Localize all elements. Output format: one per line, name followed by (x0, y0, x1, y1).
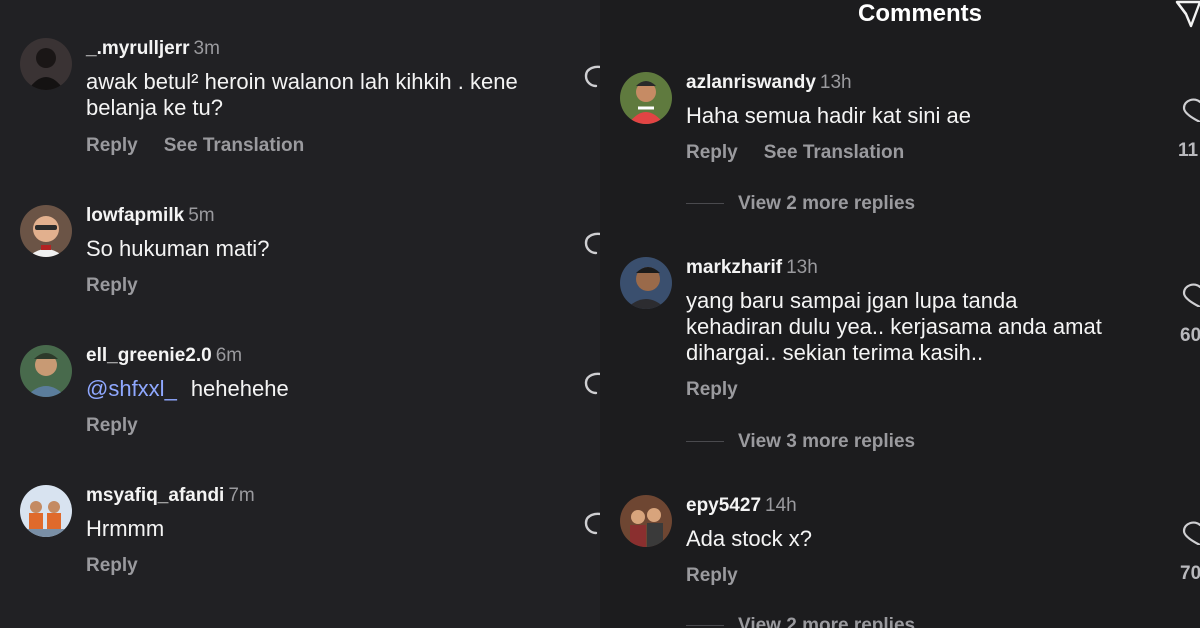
comment-text-line: yang baru sampai jgan lupa tanda (686, 288, 1018, 313)
user-avatar[interactable] (620, 495, 672, 547)
comment-time: 5m (188, 205, 215, 226)
user-avatar[interactable] (20, 38, 72, 90)
comment-text-line: kehadiran dulu yea.. kerjasama anda amat (686, 314, 1102, 339)
comment-text: yang baru sampai jgan lupa tanda kehadir… (686, 288, 1102, 366)
reply-button[interactable]: Reply (686, 142, 738, 163)
divider-line (686, 203, 724, 205)
comment-text-content: hehehehe (190, 376, 289, 401)
user-avatar[interactable] (20, 485, 72, 537)
like-count: 70 (1180, 563, 1200, 584)
comment-time: 7m (228, 485, 255, 506)
comment-text-line: awak betul² heroin walanon lah kihkih . … (86, 69, 518, 94)
right-comment-panel: Comments azlanriswandy 13h Haha semua had… (600, 0, 1200, 628)
heart-icon[interactable] (1180, 283, 1200, 307)
comment-time: 14h (765, 495, 797, 516)
heart-icon[interactable] (582, 231, 600, 255)
comment-username[interactable]: markzharif (686, 257, 782, 278)
user-avatar[interactable] (620, 72, 672, 124)
comment-text: @shfxxl_ hehehehe (86, 376, 289, 402)
user-avatar[interactable] (620, 257, 672, 309)
divider-line (686, 625, 724, 627)
comment-item: _.myrulljerr 3m awak betul² heroin walano… (0, 0, 600, 170)
comment-username[interactable]: msyafiq_afandi (86, 485, 224, 506)
comment-time: 3m (193, 38, 220, 59)
comment-text-line: belanja ke tu? (86, 95, 223, 120)
comment-item: lowfapmilk 5m So hukuman mati? Reply (0, 170, 600, 310)
comment-time: 13h (819, 72, 852, 93)
comments-title: Comments (857, 0, 983, 27)
user-mention-link[interactable]: @shfxxl_ (86, 376, 177, 401)
comment-username[interactable]: azlanriswandy (686, 72, 816, 93)
comment-username[interactable]: _.myrulljerr (86, 38, 190, 59)
view-more-replies-label: View 3 more replies (738, 431, 916, 452)
comment-item: azlanriswandy 13h Haha semua hadir kat si… (600, 40, 1200, 230)
view-more-replies-button[interactable]: View 2 more replies (686, 193, 915, 215)
see-translation-button[interactable]: See Translation (164, 135, 304, 156)
comment-username[interactable]: lowfapmilk (86, 205, 184, 226)
comment-item: epy5427 14h Ada stock x? Reply 70 View 2 … (600, 463, 1200, 628)
reply-button[interactable]: Reply (686, 379, 738, 400)
view-more-replies-button[interactable]: View 2 more replies (686, 615, 915, 628)
left-comment-panel: _.myrulljerr 3m awak betul² heroin walano… (0, 0, 600, 628)
user-avatar[interactable] (20, 205, 72, 257)
comment-item: msyafiq_afandi 7m Hrmmm Reply (0, 450, 600, 628)
reply-button[interactable]: Reply (86, 415, 138, 436)
comment-text: Ada stock x? (686, 526, 812, 551)
heart-icon[interactable] (582, 511, 600, 535)
comment-username[interactable]: epy5427 (686, 495, 761, 516)
view-more-replies-label: View 2 more replies (738, 193, 916, 214)
comment-text: So hukuman mati? (86, 236, 270, 261)
comment-time: 6m (215, 345, 243, 366)
comment-time: 13h (786, 257, 818, 278)
heart-icon[interactable] (1180, 521, 1200, 545)
comment-item: ell_greenie2.0 6m @shfxxl_ hehehehe Reply (0, 310, 600, 450)
like-count: 11 (1178, 140, 1199, 161)
comment-username[interactable]: ell_greenie2.0 (86, 345, 212, 366)
view-more-replies-label: View 2 more replies (738, 615, 916, 628)
see-translation-button[interactable]: See Translation (764, 142, 904, 163)
reply-button[interactable]: Reply (686, 565, 738, 586)
heart-icon[interactable] (582, 64, 600, 88)
send-icon[interactable] (1173, 0, 1200, 28)
comment-item: markzharif 13h yang baru sampai jgan lupa… (600, 225, 1200, 465)
heart-icon[interactable] (1180, 98, 1200, 122)
reply-button[interactable]: Reply (86, 135, 138, 156)
heart-icon[interactable] (582, 371, 600, 395)
reply-button[interactable]: Reply (86, 555, 138, 576)
view-more-replies-button[interactable]: View 3 more replies (686, 431, 915, 453)
like-count: 60 (1180, 325, 1200, 346)
divider-line (686, 441, 724, 443)
comment-text: Haha semua hadir kat sini ae (686, 103, 971, 128)
comment-text: Hrmmm (86, 516, 165, 541)
comment-text-line: dihargai.. sekian terima kasih.. (686, 340, 984, 365)
reply-button[interactable]: Reply (86, 275, 138, 296)
comment-text: awak betul² heroin walanon lah kihkih . … (86, 69, 518, 121)
user-avatar[interactable] (20, 345, 72, 397)
